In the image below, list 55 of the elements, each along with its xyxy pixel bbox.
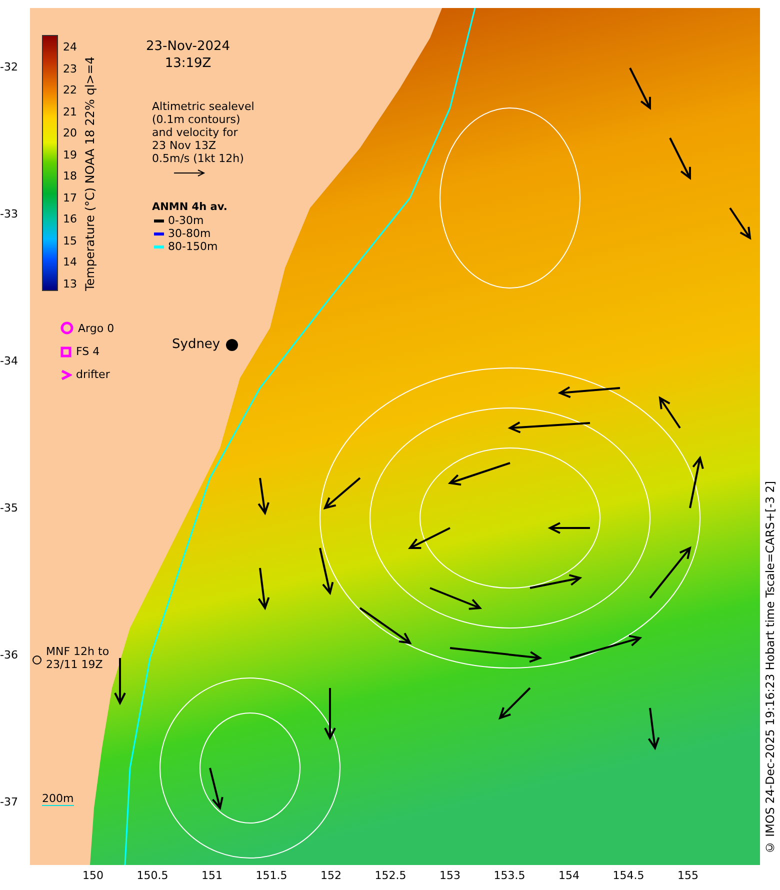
credit-text: © IMOS 24-Dec-2025 19:16:23 Hobart time Tscale=CARS+[-3 2] xyxy=(763,481,777,855)
legend-label: Argo 0 xyxy=(78,322,114,334)
colorbar-tick-label: 24 xyxy=(63,40,77,54)
colorbar-tick-label: 19 xyxy=(63,148,77,161)
longitude-label: 150 xyxy=(82,869,104,882)
longitude-label: 152.5 xyxy=(374,869,406,882)
altimetry-note: Altimetric sealevel xyxy=(152,100,254,113)
mooring-note: MNF 12h to xyxy=(46,645,110,658)
chevron-marker-icon xyxy=(60,368,72,380)
colorbar-tick-label: 15 xyxy=(63,234,77,247)
latitude-label: -32 xyxy=(0,60,18,74)
mooring-marker-icon xyxy=(32,655,42,665)
depth-contour-label: 200m xyxy=(42,792,74,806)
latitude-label: -35 xyxy=(0,502,18,514)
legend-label: drifter xyxy=(76,368,110,381)
longitude-label: 153.5 xyxy=(494,869,526,882)
depth-label: 0-30m xyxy=(168,214,204,227)
colorbar-label: Temperature (°C) NOAA 18 22% ql>=4 xyxy=(84,56,97,291)
city-label: Sydney xyxy=(172,337,220,352)
longitude-label: 153 xyxy=(440,869,460,882)
colorbar-tick-label: 17 xyxy=(63,191,77,204)
legend-label: FS 4 xyxy=(76,345,100,358)
latitude-label: -36 xyxy=(0,648,18,662)
colorbar-tick-label: 23 xyxy=(63,62,77,75)
longitude-label: 154 xyxy=(558,869,580,882)
colorbar-tick-label: 18 xyxy=(63,170,77,182)
longitude-label: 152 xyxy=(320,869,342,882)
longitude-label: 151 xyxy=(202,869,222,882)
circle-marker-icon xyxy=(60,321,74,335)
altimetry-note: 0.5m/s (1kt 12h) xyxy=(152,152,245,165)
scale-arrow-icon xyxy=(174,168,206,178)
colorbar-tick-label: 22 xyxy=(63,84,77,96)
colorbar-tick-label: 16 xyxy=(63,212,77,226)
latitude-label: -37 xyxy=(0,796,18,808)
altimetry-note: 23 Nov 13Z xyxy=(152,139,217,152)
square-marker-icon xyxy=(60,346,72,358)
depth-label: 30-80m xyxy=(168,227,211,240)
colorbar-tick-label: 13 xyxy=(63,277,77,290)
depth-label: 80-150m xyxy=(168,240,218,253)
mooring-note: 23/11 19Z xyxy=(46,658,104,671)
city-dot xyxy=(226,339,238,351)
colorbar-tick-label: 20 xyxy=(63,126,77,140)
time-text: 13:19Z xyxy=(164,55,212,72)
longitude-label: 155 xyxy=(678,869,698,882)
altimetry-note: and velocity for xyxy=(152,126,239,139)
longitude-label: 154.5 xyxy=(612,869,644,882)
colorbar-tick-label: 14 xyxy=(63,256,77,268)
longitude-label: 151.5 xyxy=(256,869,288,882)
anmn-legend-title: ANMN 4h av. xyxy=(152,201,228,214)
altimetry-note: (0.1m contours) xyxy=(152,113,242,126)
latitude-label: -34 xyxy=(0,354,18,368)
date-text: 23-Nov-2024 xyxy=(146,38,230,55)
longitude-label: 150.5 xyxy=(136,869,168,882)
latitude-label: -33 xyxy=(0,208,18,220)
colorbar-tick-label: 21 xyxy=(63,105,77,118)
